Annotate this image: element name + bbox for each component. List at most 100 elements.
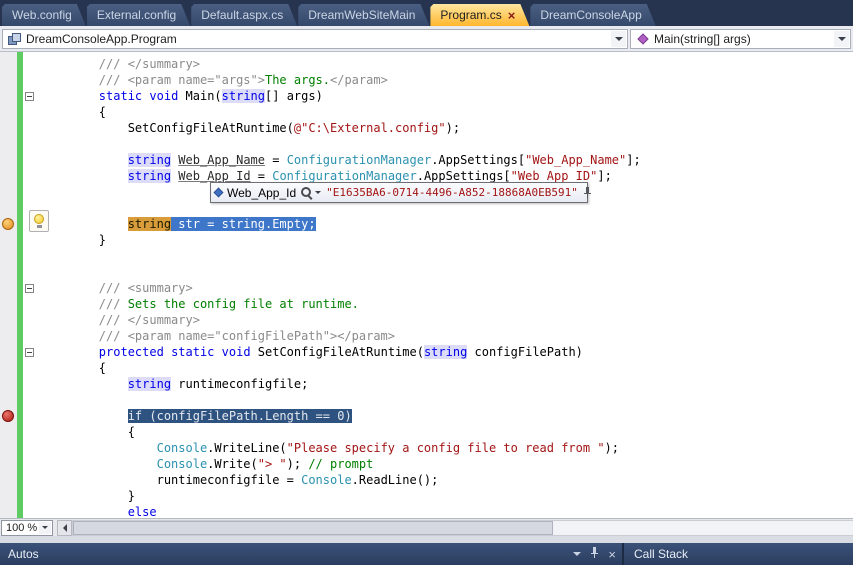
tab-web-config[interactable]: Web.config (2, 4, 86, 26)
zoom-selector[interactable]: 100 % (1, 520, 53, 536)
code-token: .AppSettings[ (431, 153, 525, 167)
code-token: "> " (258, 457, 287, 471)
code-token: string (128, 169, 171, 183)
code-line[interactable]: { (0, 104, 853, 120)
type-selector-value: DreamConsoleApp.Program (26, 32, 177, 46)
tab-dreamconsoleapp[interactable]: DreamConsoleApp (530, 4, 655, 26)
code-token: protected (99, 345, 164, 359)
tracepoint-icon[interactable] (2, 218, 14, 230)
debugger-datatip[interactable]: Web_App_Id "E1635BA6-0714-4496-A852-1886… (210, 182, 588, 203)
scrollbar-thumb[interactable] (73, 521, 553, 535)
code-token (164, 345, 171, 359)
code-line[interactable]: if (configFilePath.Length == 0) (0, 408, 853, 424)
code-token: else (128, 505, 157, 518)
code-line[interactable]: { (0, 424, 853, 440)
outline-collapse-icon[interactable] (25, 284, 34, 293)
tab-label: DreamWebSiteMain (308, 8, 415, 22)
pin-icon[interactable] (590, 547, 599, 561)
code-line[interactable]: protected static void SetConfigFileAtRun… (0, 344, 853, 360)
code-token (41, 409, 128, 423)
panel-controls: × (573, 543, 616, 565)
code-token: /// (41, 297, 128, 311)
code-line[interactable]: else (0, 504, 853, 518)
code-line[interactable]: /// </summary> (0, 56, 853, 72)
code-token: /// <param name="configFilePath"></param… (41, 329, 395, 343)
code-line[interactable]: } (0, 232, 853, 248)
code-token: ); (605, 441, 619, 455)
code-line[interactable]: /// <summary> (0, 280, 853, 296)
window-position-icon[interactable] (573, 552, 581, 556)
tab-external-config[interactable]: External.config (87, 4, 190, 26)
code-token: ]; (626, 153, 640, 167)
pin-icon[interactable] (583, 187, 592, 198)
code-token: /// </summary> (41, 313, 200, 327)
code-token (41, 217, 128, 231)
code-line[interactable]: /// <param name="args">The args.</param> (0, 72, 853, 88)
code-token: "Web_App_ID" (511, 169, 598, 183)
code-line[interactable]: } (0, 488, 853, 504)
code-line[interactable]: SetConfigFileAtRuntime(@"C:\External.con… (0, 120, 853, 136)
code-line[interactable]: string str = string.Empty; (0, 216, 853, 232)
tab-default-aspx-cs[interactable]: Default.aspx.cs (191, 4, 297, 26)
method-icon (637, 33, 648, 44)
code-token: string (424, 345, 467, 359)
code-line[interactable]: /// <param name="configFilePath"></param… (0, 328, 853, 344)
horizontal-scrollbar[interactable] (72, 520, 853, 536)
type-selector-dropdown[interactable]: DreamConsoleApp.Program (2, 29, 628, 49)
magnifier-icon[interactable] (301, 187, 321, 199)
code-token (41, 153, 128, 167)
code-token: ConfigurationManager (287, 153, 432, 167)
autos-panel-header[interactable]: Autos × (0, 543, 622, 565)
close-icon[interactable]: × (608, 548, 616, 561)
code-token: static (171, 345, 214, 359)
code-token (41, 457, 157, 471)
smart-tag-box[interactable] (29, 210, 49, 232)
code-line[interactable]: /// </summary> (0, 312, 853, 328)
breakpoint-icon[interactable] (2, 410, 14, 422)
code-token: </param> (330, 73, 388, 87)
chevron-down-icon[interactable] (611, 31, 626, 47)
tab-label: DreamConsoleApp (540, 8, 641, 22)
class-icon (8, 33, 21, 45)
code-token: Web_App_Id (178, 169, 250, 183)
code-line[interactable]: runtimeconfigfile = Console.ReadLine(); (0, 472, 853, 488)
code-line[interactable]: /// Sets the config file at runtime. (0, 296, 853, 312)
code-token: /// </summary> (41, 57, 200, 71)
code-line[interactable]: string runtimeconfigfile; (0, 376, 853, 392)
code-line[interactable]: string Web_App_Name = ConfigurationManag… (0, 152, 853, 168)
code-token: ]; (597, 169, 611, 183)
code-line[interactable] (0, 136, 853, 152)
tool-window-bar: Autos × Call Stack (0, 543, 853, 565)
arrow-left-icon (63, 524, 67, 532)
code-token: } (41, 233, 106, 247)
chevron-down-icon[interactable] (39, 522, 51, 534)
outline-collapse-icon[interactable] (25, 348, 34, 357)
code-token (214, 345, 221, 359)
chevron-down-icon[interactable] (834, 31, 849, 47)
member-selector-dropdown[interactable]: Main(string[] args) (630, 29, 851, 49)
code-line[interactable] (0, 248, 853, 264)
code-token: The args. (265, 73, 330, 87)
code-line[interactable]: Console.Write("> "); // prompt (0, 456, 853, 472)
code-line[interactable] (0, 392, 853, 408)
member-selector-value: Main(string[] args) (654, 32, 751, 46)
tab-program-cs[interactable]: Program.cs× (430, 4, 529, 26)
code-token (41, 377, 128, 391)
code-token: SetConfigFileAtRuntime( (251, 345, 424, 359)
code-line[interactable]: { (0, 360, 853, 376)
close-icon[interactable]: × (508, 9, 516, 22)
code-token: { (41, 361, 106, 375)
code-token: .WriteLine( (207, 441, 286, 455)
code-line[interactable] (0, 264, 853, 280)
call-stack-panel-header[interactable]: Call Stack (624, 543, 853, 565)
code-token: } (41, 489, 135, 503)
scroll-left-button[interactable] (57, 520, 72, 536)
outline-collapse-icon[interactable] (25, 92, 34, 101)
tab-dreamwebsitemain[interactable]: DreamWebSiteMain (298, 4, 429, 26)
code-token: Main( (178, 89, 221, 103)
code-line[interactable]: static void Main(string[] args) (0, 88, 853, 104)
code-token: ); (287, 457, 301, 471)
code-token: { (41, 105, 106, 119)
code-line[interactable]: Console.WriteLine("Please specify a conf… (0, 440, 853, 456)
code-token (41, 345, 99, 359)
